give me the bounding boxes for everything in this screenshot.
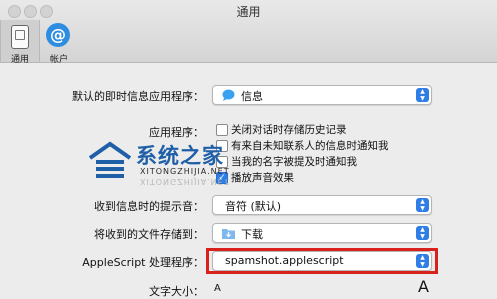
watermark-subtitle: XITONGZHIJIA.NET — [140, 167, 230, 176]
default-app-value: 信息 — [241, 90, 263, 103]
downloads-folder-icon — [222, 229, 235, 239]
highlight-box — [206, 248, 438, 274]
text-size-label: 文字大小： — [149, 285, 204, 298]
title-bar: 通用 通用 @ 帐户 — [0, 0, 497, 65]
toolbar-tab-accounts[interactable]: @ 帐户 — [40, 20, 78, 65]
default-app-label: 默认的即时信息应用程序： — [72, 90, 204, 103]
text-size-large-label: A — [418, 277, 429, 296]
default-app-popup[interactable]: 信息 ▲ ▼ — [212, 85, 432, 105]
at-sign-icon: @ — [46, 23, 70, 47]
house-logo-icon — [88, 141, 132, 178]
alert-sound-popup[interactable]: 音符 (默认) ▲ ▼ — [212, 195, 432, 215]
watermark-reflection: XITONGZHIJIA.NET — [140, 177, 230, 186]
application-label: 应用程序： — [149, 126, 204, 139]
checkbox-save-history-label: 关闭对话时存储历史记录 — [231, 124, 347, 136]
alert-sound-label: 收到信息时的提示音： — [94, 200, 204, 213]
save-files-label: 将收到的文件存储到： — [94, 228, 204, 241]
toolbar-tab-general[interactable]: 通用 — [0, 20, 40, 65]
watermark-logo: 系统之家 XITONGZHIJIA.NET XITONGZHIJIA.NET — [86, 140, 256, 188]
text-size-small-label: A — [214, 283, 221, 294]
watermark-title: 系统之家 — [136, 144, 224, 168]
messages-app-icon — [222, 89, 235, 101]
popup-arrows-icon: ▲ ▼ — [416, 198, 429, 212]
save-files-value: 下载 — [241, 228, 263, 241]
alert-sound-value: 音符 (默认) — [225, 200, 282, 213]
checkbox-save-history[interactable] — [216, 124, 228, 136]
popup-arrows-icon: ▲ ▼ — [416, 88, 429, 102]
applescript-label: AppleScript 处理程序： — [82, 256, 204, 269]
general-icon — [11, 25, 29, 49]
window-title: 通用 — [236, 5, 261, 19]
popup-arrows-icon: ▲ ▼ — [416, 226, 429, 240]
save-files-popup[interactable]: 下载 ▲ ▼ — [212, 223, 432, 243]
